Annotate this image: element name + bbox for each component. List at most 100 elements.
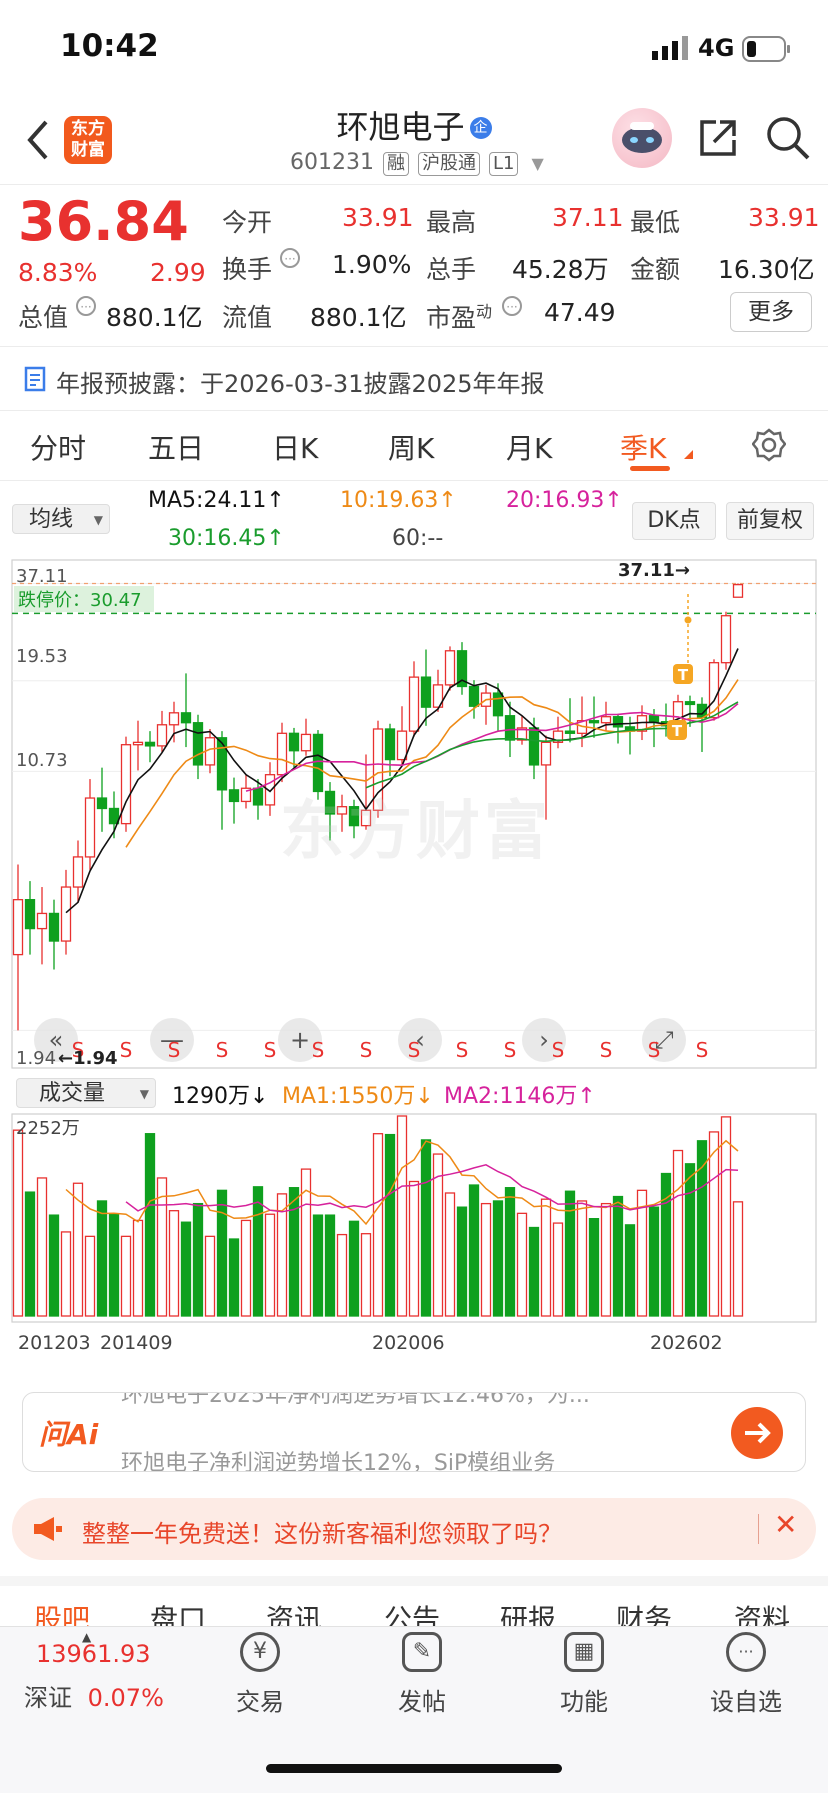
ai-logo: 问Ai (39, 1418, 99, 1451)
index-name: 深证 (24, 1684, 72, 1712)
candle (192, 714, 204, 780)
nav-post[interactable]: ✎ 发帖 (362, 1632, 482, 1717)
nav-trade[interactable]: ¥ 交易 (200, 1632, 320, 1717)
volume-select-label: 成交量 (39, 1081, 106, 1106)
dk-point-label: DK点 (647, 508, 701, 533)
ma5-value: MA5:24.11↑ (148, 488, 285, 513)
projection-dot (684, 616, 692, 624)
candle-body (108, 807, 120, 825)
candle-body (12, 899, 24, 956)
float-cap-value: 880.1亿 (310, 303, 407, 332)
promo-banner[interactable]: 整整一年免费送！这份新客福利您领取了吗？ ✕ (12, 1498, 816, 1560)
share-button[interactable] (696, 116, 740, 164)
tab-monthly-k[interactable]: 月K (506, 427, 552, 467)
ma60-value: 60:-- (392, 526, 444, 551)
high-label: 最高 (426, 208, 477, 237)
report-icon (24, 366, 48, 398)
candle-body (276, 732, 288, 776)
candle-body (24, 899, 36, 930)
volume-ma1: MA1:1550万↓ (282, 1084, 434, 1109)
candle-body (252, 787, 264, 806)
volume-bar (252, 1186, 264, 1317)
promo-divider (758, 1514, 759, 1544)
info-icon[interactable]: ··· (280, 248, 300, 268)
more-button[interactable]: 更多 (730, 292, 812, 332)
candle-body (684, 701, 696, 706)
event-marker: S (456, 1038, 469, 1062)
pe-sup: 动 (476, 302, 493, 321)
adjust-button[interactable]: 前复权 (726, 502, 814, 540)
volume-bar (324, 1214, 336, 1317)
change-percent: 8.83% (18, 258, 98, 287)
candle-body (612, 716, 624, 728)
nav-functions[interactable]: ▦ 功能 (524, 1632, 644, 1717)
pe-label: 市盈动 (426, 298, 492, 334)
dk-point-button[interactable]: DK点 (632, 502, 716, 540)
caret-corner-icon (684, 450, 693, 459)
tab-intraday[interactable]: 分时 (30, 427, 86, 467)
volume-bar (144, 1133, 156, 1317)
volume-value: 1290万↓ (172, 1084, 269, 1109)
candle (444, 646, 456, 691)
candle (432, 669, 444, 712)
candle (288, 727, 300, 768)
candle-body (408, 676, 420, 732)
candle (84, 779, 96, 870)
report-notice[interactable]: 年报预披露：于2026-03-31披露2025年年报 (56, 364, 545, 399)
ma-select[interactable]: 均线 ▼ (12, 504, 110, 534)
x-label-2: 201409 (100, 1332, 173, 1354)
candle-body (216, 737, 228, 791)
volume-bar (216, 1189, 228, 1317)
event-marker: S (600, 1038, 613, 1062)
candle (96, 767, 108, 832)
search-button[interactable] (764, 114, 812, 166)
candle (24, 881, 36, 955)
candle-body (528, 727, 540, 766)
ai-go-button[interactable] (731, 1407, 783, 1459)
info-icon[interactable]: ··· (502, 296, 522, 316)
volume-bar (732, 1201, 744, 1317)
stock-name: 环旭电子 (336, 108, 465, 146)
volume-chart[interactable] (0, 1112, 828, 1324)
candle (216, 731, 228, 830)
candle (132, 720, 144, 771)
volume-select[interactable]: 成交量 ▼ (16, 1078, 156, 1108)
gear-icon (751, 428, 787, 462)
ma10-value: 10:19.63↑ (340, 488, 457, 513)
tab-weekly-k[interactable]: 周K (388, 427, 434, 467)
tab-daily-k[interactable]: 日K (272, 427, 318, 467)
ma20-value: 20:16.93↑ (506, 488, 623, 513)
volume-bar (132, 1219, 144, 1317)
close-icon[interactable]: ✕ (774, 1508, 797, 1541)
info-icon[interactable]: ··· (76, 296, 96, 316)
signal-icon (652, 36, 690, 64)
volume-bar (168, 1210, 180, 1317)
robot-assistant-icon[interactable] (612, 108, 672, 168)
candle (144, 731, 156, 763)
trade-point-text: T (678, 666, 689, 684)
home-indicator (266, 1764, 562, 1773)
tab-five-day[interactable]: 五日 (148, 427, 204, 467)
volume-bar (84, 1235, 96, 1317)
chart-control-icon: › (539, 1026, 549, 1054)
event-marker: S (696, 1038, 709, 1062)
volume-bar (576, 1200, 588, 1317)
more-dots-icon: ··· (726, 1632, 766, 1672)
volume-bar (504, 1187, 516, 1317)
index-quote[interactable]: ▲ 13961.93 深证 0.07% (24, 1630, 194, 1713)
candle-body (384, 728, 396, 761)
nav-add-watchlist[interactable]: ··· 设自选 (686, 1632, 806, 1717)
event-marker: S (648, 1038, 661, 1062)
open-value: 33.91 (342, 203, 414, 232)
grid-icon: ▦ (564, 1632, 604, 1672)
ai-panel[interactable]: 问Ai 环旭电子2025年净利润逆势增长12.46%，为... 环旭电子净利润逆… (22, 1392, 806, 1472)
chart-settings-button[interactable] (751, 428, 787, 466)
tab-quarterly-k[interactable]: 季K (620, 427, 666, 467)
candle-body (156, 724, 168, 747)
status-time: 10:42 (60, 28, 159, 64)
stock-code-line[interactable]: 601231 融 沪股通 L1 ▼ (290, 150, 544, 176)
chart-control-icon: + (290, 1026, 310, 1054)
candle (36, 887, 48, 965)
candle-body (288, 732, 300, 752)
volume-bar (720, 1116, 732, 1317)
